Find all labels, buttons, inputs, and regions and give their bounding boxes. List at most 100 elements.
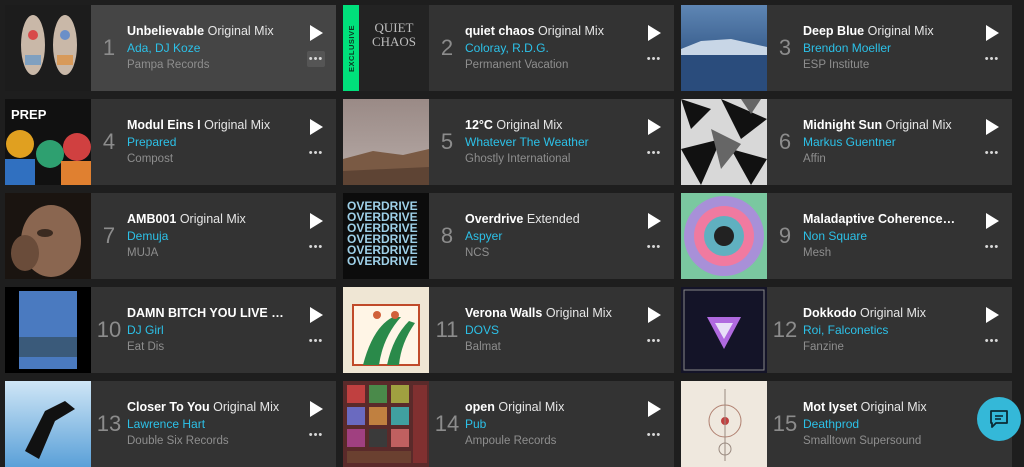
track-label[interactable]: Compost [127, 151, 296, 168]
play-icon[interactable] [985, 25, 999, 41]
track-artist[interactable]: Markus Guentner [803, 134, 972, 151]
track-artist[interactable]: Deathprod [803, 416, 972, 433]
more-icon[interactable]: ••• [645, 51, 663, 67]
track-artist[interactable]: Pub [465, 416, 634, 433]
track-artwork[interactable] [5, 193, 91, 279]
track-artwork[interactable] [681, 193, 767, 279]
track-label[interactable]: Ghostly International [465, 151, 634, 168]
track-label[interactable]: Double Six Records [127, 433, 296, 450]
track-card[interactable]: 6 Midnight Sun Original Mix Markus Guent… [681, 99, 1012, 185]
track-artist[interactable]: Prepared [127, 134, 296, 151]
track-label[interactable]: Pampa Records [127, 57, 296, 74]
track-title[interactable]: DAMN BITCH YOU LIVE … [127, 305, 296, 322]
play-icon[interactable] [309, 119, 323, 135]
track-artwork[interactable]: QUIET CHAOS EXCLUSIVE [343, 5, 429, 91]
track-title[interactable]: Deep Blue Original Mix [803, 23, 972, 40]
play-icon[interactable] [647, 307, 661, 323]
track-card[interactable]: 12 Dokkodo Original Mix Roi, Falconetics… [681, 287, 1012, 373]
track-card[interactable]: 11 Verona Walls Original Mix DOVS Balmat… [343, 287, 674, 373]
track-title[interactable]: Verona Walls Original Mix [465, 305, 634, 322]
track-title[interactable]: Maladaptive Coherence… [803, 211, 972, 228]
track-artwork[interactable] [681, 99, 767, 185]
play-icon[interactable] [647, 401, 661, 417]
track-artwork[interactable] [5, 381, 91, 467]
track-title[interactable]: quiet chaos Original Mix [465, 23, 634, 40]
more-icon[interactable]: ••• [983, 333, 1001, 349]
track-card[interactable]: 5 12°C Original Mix Whatever The Weather… [343, 99, 674, 185]
more-icon[interactable]: ••• [645, 145, 663, 161]
track-artwork[interactable]: OVERDRIVE OVERDRIVE OVERDRIVE OVERDRIVE OVER… [343, 193, 429, 279]
track-card[interactable]: PREP 4 Modul Eins I Original Mix Prepare… [5, 99, 336, 185]
more-icon[interactable]: ••• [983, 145, 1001, 161]
track-label[interactable]: Fanzine [803, 339, 972, 356]
track-artist[interactable]: Aspyer [465, 228, 634, 245]
track-title[interactable]: Dokkodo Original Mix [803, 305, 972, 322]
track-artist[interactable]: Demuja [127, 228, 296, 245]
track-artwork[interactable] [5, 5, 91, 91]
play-icon[interactable] [647, 25, 661, 41]
track-label[interactable]: Balmat [465, 339, 634, 356]
track-label[interactable]: MUJA [127, 245, 296, 262]
play-icon[interactable] [309, 213, 323, 229]
more-icon[interactable]: ••• [983, 239, 1001, 255]
play-icon[interactable] [985, 307, 999, 323]
play-icon[interactable] [647, 213, 661, 229]
play-icon[interactable] [985, 119, 999, 135]
more-icon[interactable]: ••• [983, 51, 1001, 67]
track-artwork[interactable] [681, 5, 767, 91]
track-card[interactable]: 3 Deep Blue Original Mix Brendon Moeller… [681, 5, 1012, 91]
track-card[interactable]: 13 Closer To You Original Mix Lawrence H… [5, 381, 336, 467]
track-label[interactable]: Smalltown Supersound [803, 433, 972, 450]
track-artist[interactable]: DJ Girl [127, 322, 296, 339]
track-card[interactable]: 1 Unbelievable Original Mix Ada, DJ Koze… [5, 5, 336, 91]
track-artist[interactable]: Brendon Moeller [803, 40, 972, 57]
chat-button[interactable] [977, 397, 1021, 441]
track-artwork[interactable]: PREP [5, 99, 91, 185]
track-artist[interactable]: Roi, Falconetics [803, 322, 972, 339]
track-label[interactable]: Ampoule Records [465, 433, 634, 450]
track-artwork[interactable] [343, 287, 429, 373]
track-title[interactable]: Mot Iyset Original Mix [803, 399, 972, 416]
track-title[interactable]: Closer To You Original Mix [127, 399, 296, 416]
track-card[interactable]: OVERDRIVE OVERDRIVE OVERDRIVE OVERDRIVE OVER… [343, 193, 674, 279]
play-icon[interactable] [985, 213, 999, 229]
track-card[interactable]: 7 AMB001 Original Mix Demuja MUJA ••• [5, 193, 336, 279]
track-label[interactable]: Mesh [803, 245, 972, 262]
track-title[interactable]: AMB001 Original Mix [127, 211, 296, 228]
track-artist[interactable]: Coloray, R.D.G. [465, 40, 634, 57]
track-artwork[interactable] [5, 287, 91, 373]
track-artist[interactable]: Non Square [803, 228, 972, 245]
more-icon[interactable]: ••• [645, 333, 663, 349]
more-icon[interactable]: ••• [645, 239, 663, 255]
track-artist[interactable]: Ada, DJ Koze [127, 40, 296, 57]
track-title[interactable]: open Original Mix [465, 399, 634, 416]
track-card[interactable]: 15 Mot Iyset Original Mix Deathprod Smal… [681, 381, 1012, 467]
more-icon[interactable]: ••• [307, 145, 325, 161]
track-artist[interactable]: DOVS [465, 322, 634, 339]
track-label[interactable]: Eat Dis [127, 339, 296, 356]
track-title[interactable]: Modul Eins I Original Mix [127, 117, 296, 134]
play-icon[interactable] [309, 307, 323, 323]
play-icon[interactable] [309, 401, 323, 417]
track-card[interactable]: QUIET CHAOS EXCLUSIVE 2 quiet chaos Orig… [343, 5, 674, 91]
track-artwork[interactable] [681, 381, 767, 467]
track-title[interactable]: 12°C Original Mix [465, 117, 634, 134]
track-title[interactable]: Unbelievable Original Mix [127, 23, 296, 40]
more-icon[interactable]: ••• [307, 333, 325, 349]
play-icon[interactable] [309, 25, 323, 41]
track-card[interactable]: 14 open Original Mix Pub Ampoule Records… [343, 381, 674, 467]
more-icon[interactable]: ••• [307, 51, 325, 67]
track-artwork[interactable] [343, 99, 429, 185]
track-artist[interactable]: Whatever The Weather [465, 134, 634, 151]
play-icon[interactable] [647, 119, 661, 135]
track-title[interactable]: Midnight Sun Original Mix [803, 117, 972, 134]
track-card[interactable]: 10 DAMN BITCH YOU LIVE … DJ Girl Eat Dis… [5, 287, 336, 373]
more-icon[interactable]: ••• [307, 239, 325, 255]
track-card[interactable]: 9 Maladaptive Coherence… Non Square Mesh… [681, 193, 1012, 279]
more-icon[interactable]: ••• [307, 427, 325, 443]
track-artist[interactable]: Lawrence Hart [127, 416, 296, 433]
track-label[interactable]: NCS [465, 245, 634, 262]
track-label[interactable]: ESP Institute [803, 57, 972, 74]
more-icon[interactable]: ••• [645, 427, 663, 443]
track-label[interactable]: Permanent Vacation [465, 57, 634, 74]
